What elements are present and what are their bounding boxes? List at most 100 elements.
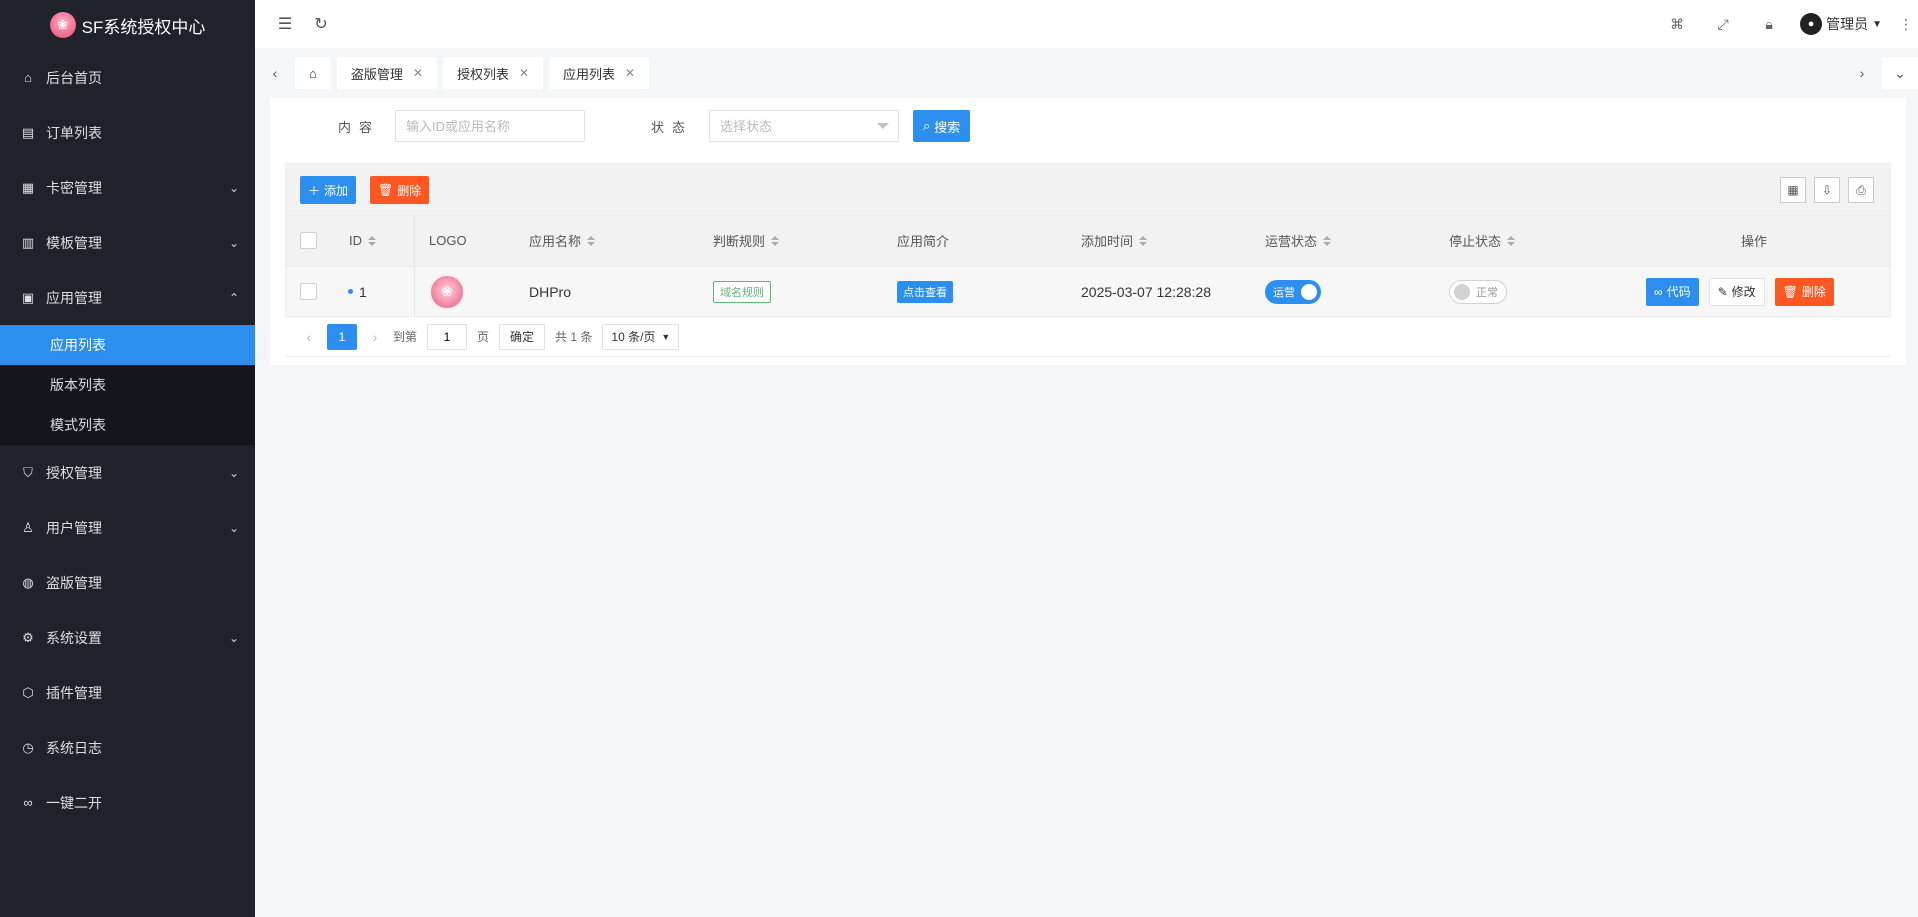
brand-logo[interactable]: ❀ SF系统授权中心	[0, 0, 255, 50]
sidebar-subitem-mode-list[interactable]: 模式列表	[0, 405, 255, 445]
view-intro-button[interactable]: 点击查看	[897, 280, 953, 303]
column-header-rule[interactable]: 判断规则	[713, 216, 780, 265]
delete-button[interactable]: 🗑︎ 删除	[1774, 277, 1834, 306]
tab-home[interactable]: ⌂	[295, 57, 331, 89]
chevron-up-icon: ⌃	[228, 290, 239, 305]
operate-status-toggle[interactable]: 运营	[1265, 279, 1321, 304]
tabs-scroll-right-icon[interactable]: ›	[1842, 48, 1882, 98]
search-icon: ⌕	[923, 118, 931, 133]
caret-down-icon: ▼	[1872, 18, 1882, 30]
user-icon: ♙	[22, 519, 34, 535]
tab-auth-list[interactable]: 授权列表 ✕	[442, 57, 544, 89]
sidebar-item-dev[interactable]: ∞ 一键二开	[0, 775, 255, 830]
select-caret-icon	[877, 123, 889, 129]
tab-app-list[interactable]: 应用列表 ✕	[549, 57, 650, 89]
admin-name: 管理员	[1826, 16, 1869, 32]
shield-icon: ⛉	[23, 464, 33, 480]
search-button-label: 搜索	[934, 119, 961, 135]
stop-status-toggle[interactable]: 正常	[1449, 279, 1507, 304]
lock-icon[interactable]: 🔒︎	[1746, 0, 1792, 48]
tabs-dropdown-icon[interactable]: ⌄	[1882, 57, 1918, 89]
delete-button-label: 删除	[397, 183, 422, 198]
row-stop-status: 正常	[1449, 267, 1507, 316]
row-actions: ∞ 代码 ✎ 修改 🗑︎ 删除	[1646, 267, 1834, 316]
next-page-icon[interactable]: ›	[367, 329, 383, 345]
sidebar-item-label: 系统日志	[46, 739, 102, 756]
tabs-scroll-left-icon[interactable]: ‹	[255, 48, 295, 98]
admin-menu[interactable]: ● 管理员 ▼	[1792, 13, 1894, 35]
prev-page-icon[interactable]: ‹	[301, 329, 317, 345]
row-checkbox[interactable]	[300, 267, 317, 316]
sidebar-item-cards[interactable]: ▦ 卡密管理 ⌄	[0, 160, 255, 215]
sort-icon[interactable]	[1323, 235, 1332, 246]
refresh-icon[interactable]: ↻	[303, 0, 339, 48]
current-page[interactable]: 1	[327, 323, 357, 350]
close-icon[interactable]: ✕	[519, 66, 529, 80]
status-select[interactable]	[709, 110, 899, 142]
fullscreen-icon[interactable]: ⤢	[1700, 0, 1746, 48]
sort-icon[interactable]	[1139, 235, 1148, 246]
row-id: 1	[348, 267, 367, 316]
tab-piracy[interactable]: 盗版管理 ✕	[336, 57, 437, 89]
trash-icon: 🗑︎	[1782, 284, 1798, 299]
tab-label: 授权列表	[456, 66, 509, 82]
menu-toggle-icon[interactable]: ☰	[267, 0, 303, 48]
sidebar-item-home[interactable]: ⌂ 后台首页	[0, 50, 255, 105]
chevron-down-icon: ⌄	[228, 465, 239, 480]
column-header-name[interactable]: 应用名称	[529, 216, 596, 265]
content-search-input[interactable]	[395, 110, 585, 142]
sidebar-item-logs[interactable]: ◷ 系统日志	[0, 720, 255, 775]
columns-filter-icon[interactable]: ▦	[1780, 177, 1806, 203]
sidebar-item-piracy[interactable]: ◍ 盗版管理	[0, 555, 255, 610]
select-all-checkbox[interactable]	[300, 216, 317, 265]
edit-button[interactable]: ✎ 修改	[1708, 277, 1765, 306]
goto-page-input[interactable]	[427, 323, 468, 350]
main-card: 内容 状态 ⌕ 搜索 ＋ 添加 🗑︎ 删除 ▦ ⇩ ⎙	[270, 98, 1906, 365]
sidebar-subitem-version-list[interactable]: 版本列表	[0, 365, 255, 405]
goto-confirm-button[interactable]: 确定	[499, 323, 546, 350]
sidebar-item-label: 模板管理	[46, 234, 102, 251]
search-form: 内容 状态 ⌕ 搜索	[270, 110, 1906, 142]
sidebar-item-label: 用户管理	[46, 519, 102, 536]
sidebar-item-settings[interactable]: ⚙ 系统设置 ⌄	[0, 610, 255, 665]
sidebar-item-users[interactable]: ♙ 用户管理 ⌄	[0, 500, 255, 555]
sort-icon[interactable]	[1507, 235, 1516, 246]
print-icon[interactable]: ⎙	[1848, 177, 1874, 203]
tag-icon[interactable]: ⌘	[1654, 0, 1700, 48]
plus-icon: ＋	[308, 183, 321, 198]
add-button[interactable]: ＋ 添加	[300, 176, 357, 204]
more-vertical-icon[interactable]: ⋮	[1894, 0, 1918, 48]
sidebar: ❀ SF系统授权中心 ⌂ 后台首页 ▤ 订单列表 ▦ 卡密管理 ⌄ ▥ 模板管理…	[0, 0, 255, 917]
sidebar-item-apps[interactable]: ▣ 应用管理 ⌃	[0, 270, 255, 325]
sidebar-subitem-app-list[interactable]: 应用列表	[0, 325, 255, 365]
document-icon: ▤	[21, 124, 35, 140]
sort-icon[interactable]	[771, 235, 780, 246]
export-icon[interactable]: ⇩	[1814, 177, 1840, 203]
chevron-down-icon: ⌄	[228, 520, 239, 535]
table-grid: ID LOGO 应用名称 判断规则 应用简介 添加时间 运营状态 停止状态 操作…	[285, 215, 1891, 317]
batch-delete-button[interactable]: 🗑︎ 删除	[370, 176, 430, 204]
close-icon[interactable]: ✕	[413, 66, 423, 80]
close-icon[interactable]: ✕	[625, 66, 635, 80]
code-button[interactable]: ∞ 代码	[1646, 277, 1699, 306]
clock-icon: ◷	[22, 739, 34, 755]
sort-icon[interactable]	[587, 235, 596, 246]
sort-icon[interactable]	[368, 235, 376, 246]
page-size-select[interactable]: 10 条/页 ▼	[602, 323, 680, 350]
add-button-label: 添加	[324, 183, 349, 198]
sidebar-item-label: 订单列表	[46, 124, 102, 141]
search-button[interactable]: ⌕ 搜索	[913, 110, 971, 142]
app-table: ＋ 添加 🗑︎ 删除 ▦ ⇩ ⎙ ID LOGO 应用名称 判断规则 应用简介 …	[285, 163, 1891, 357]
sidebar-item-auth[interactable]: ⛉ 授权管理 ⌄	[0, 445, 255, 500]
sidebar-item-plugins[interactable]: ⬡ 插件管理	[0, 665, 255, 720]
sidebar-item-templates[interactable]: ▥ 模板管理 ⌄	[0, 215, 255, 270]
tab-label: 盗版管理	[350, 66, 403, 82]
column-header-operate-status[interactable]: 运营状态	[1265, 216, 1332, 265]
column-header-intro: 应用简介	[897, 234, 950, 249]
column-header-id[interactable]: ID	[349, 216, 376, 265]
column-header-stop-status[interactable]: 停止状态	[1449, 216, 1516, 265]
sidebar-item-orders[interactable]: ▤ 订单列表	[0, 105, 255, 160]
status-dot-icon	[348, 289, 353, 294]
column-header-added[interactable]: 添加时间	[1081, 216, 1148, 265]
home-icon: ⌂	[309, 65, 317, 81]
